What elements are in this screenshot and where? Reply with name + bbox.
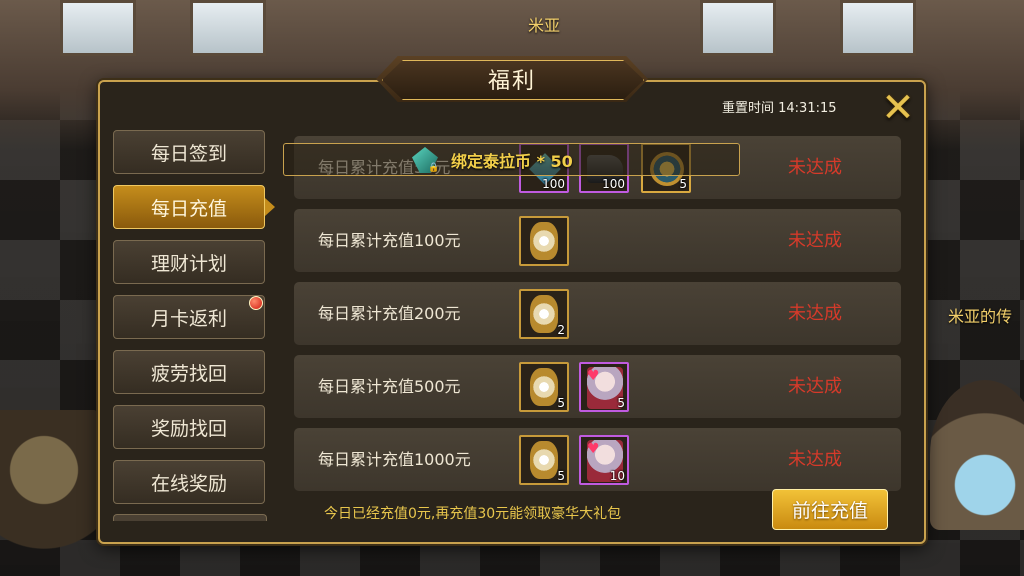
reward-item[interactable]: ♥ 5	[579, 362, 629, 412]
item-count: 5	[557, 396, 565, 410]
tooltip-text: 绑定泰拉币 * 50	[451, 152, 573, 171]
recharge-row: 每日累计充值100元 未达成	[294, 209, 901, 272]
status-label: 未达成	[788, 303, 842, 324]
heart-icon: ♥	[587, 441, 600, 457]
background-window	[700, 0, 776, 56]
item-count: 100	[602, 177, 625, 191]
item-count: 10	[609, 469, 625, 483]
item-count: 5	[617, 396, 625, 410]
heart-icon: ♥	[587, 368, 600, 384]
tab-reward-recovery[interactable]: 奖励找回	[113, 405, 265, 449]
tab-daily-recharge[interactable]: 每日充值	[113, 185, 265, 229]
jar-icon	[530, 222, 558, 260]
npc-side-label[interactable]: 米亚的传	[948, 303, 1012, 327]
recharge-row: 每日累计充值1000元 5 ♥ 10 未达成	[294, 428, 901, 491]
recharge-hint: 今日已经充值0元,再充值30元能领取豪华大礼包	[324, 506, 622, 522]
reward-item[interactable]: 5	[519, 435, 569, 485]
background-window	[60, 0, 136, 56]
row-label: 每日累计充值100元	[318, 231, 461, 250]
status-label: 未达成	[788, 376, 842, 397]
tab-daily-checkin[interactable]: 每日签到	[113, 130, 265, 174]
reward-item[interactable]: 2	[519, 289, 569, 339]
reward-item[interactable]: ♥ 10	[579, 435, 629, 485]
status-label: 未达成	[788, 157, 842, 178]
tab-online-reward[interactable]: 在线奖励	[113, 460, 265, 504]
reward-item[interactable]	[519, 216, 569, 266]
item-count: 5	[557, 469, 565, 483]
npc-name-label[interactable]: 米亚	[528, 12, 560, 36]
tab-finance-plan[interactable]: 理财计划	[113, 240, 265, 284]
notification-dot-icon	[249, 296, 263, 310]
tab-fatigue-recovery[interactable]: 疲劳找回	[113, 350, 265, 394]
active-tab-arrow-icon	[265, 198, 275, 216]
background-window	[190, 0, 266, 56]
close-icon: ✕	[881, 85, 915, 131]
tab-monthly-card-rebate[interactable]: 月卡返利	[113, 295, 265, 339]
status-label: 未达成	[788, 230, 842, 251]
fountain-decoration	[930, 380, 1024, 530]
status-label: 未达成	[788, 449, 842, 470]
item-count: 5	[679, 177, 687, 191]
row-label: 每日累计充值200元	[318, 304, 461, 323]
reset-time-label: 重置时间 14:31:15	[722, 101, 837, 116]
background-window	[840, 0, 916, 56]
jar-icon	[530, 441, 558, 479]
lock-icon: 🔒	[428, 163, 440, 173]
panel-title: 福利	[487, 69, 536, 94]
jar-icon	[530, 295, 558, 333]
item-count: 2	[557, 323, 565, 337]
recharge-row: 每日累计充值200元 2 未达成	[294, 282, 901, 345]
statue-decoration	[0, 410, 110, 560]
item-count: 100	[542, 177, 565, 191]
tab-partial-hidden[interactable]	[113, 514, 267, 521]
row-label: 每日累计充值500元	[318, 377, 461, 396]
reward-item[interactable]: 5	[519, 362, 569, 412]
goto-recharge-button[interactable]: 前往充值	[772, 489, 888, 530]
recharge-row: 每日累计充值500元 5 ♥ 5 未达成	[294, 355, 901, 418]
row-label: 每日累计充值1000元	[318, 450, 471, 469]
close-button[interactable]: ✕	[878, 88, 918, 128]
jar-icon	[530, 368, 558, 406]
